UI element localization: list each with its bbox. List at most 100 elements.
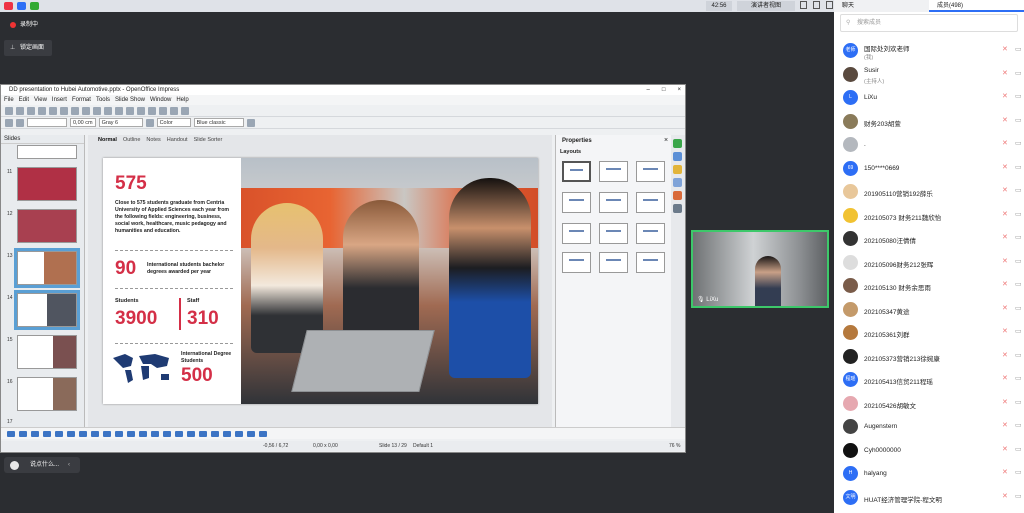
menu-window[interactable]: Window xyxy=(150,95,171,105)
gallery-icon[interactable] xyxy=(211,430,219,437)
tab-handout[interactable]: Handout xyxy=(167,135,188,145)
rotate-icon[interactable] xyxy=(223,430,231,437)
emoji-icon[interactable] xyxy=(10,461,19,470)
mic-muted-icon[interactable]: ✕ xyxy=(1002,258,1008,266)
mic-muted-icon[interactable]: ✕ xyxy=(1002,281,1008,289)
align-icon[interactable] xyxy=(235,430,243,437)
slide-thumbnail[interactable] xyxy=(17,145,77,159)
camera-off-icon[interactable]: ▭ xyxy=(1015,211,1023,218)
layout-option[interactable] xyxy=(636,192,665,213)
print-icon[interactable] xyxy=(71,106,79,115)
menu-format[interactable]: Format xyxy=(72,95,91,105)
mic-muted-icon[interactable]: ✕ xyxy=(1002,187,1008,195)
rectangle-tool-icon[interactable] xyxy=(43,430,51,437)
mic-muted-icon[interactable]: ✕ xyxy=(1002,93,1008,101)
fontwork-icon[interactable] xyxy=(187,430,195,437)
maximize-icon[interactable] xyxy=(826,1,833,9)
member-row[interactable]: . ✕ ▭ xyxy=(834,135,1024,158)
gallery-icon[interactable] xyxy=(673,191,682,200)
lock-screen-button[interactable]: 锁定画面 xyxy=(4,40,52,56)
open-icon[interactable] xyxy=(16,106,24,115)
table-icon[interactable] xyxy=(159,106,167,115)
stars-icon[interactable] xyxy=(163,430,171,437)
camera-off-icon[interactable]: ▭ xyxy=(1015,281,1023,288)
member-row[interactable]: 202105130 财务余思雨 ✕ ▭ xyxy=(834,276,1024,299)
camera-off-icon[interactable]: ▭ xyxy=(1015,375,1023,382)
image-icon[interactable] xyxy=(170,106,178,115)
chevron-left-icon[interactable]: ‹ xyxy=(68,457,70,473)
layout-option[interactable] xyxy=(599,161,628,182)
member-row[interactable]: 202105373营销213徐婉康 ✕ ▭ xyxy=(834,347,1024,370)
shadow-icon[interactable] xyxy=(246,118,255,127)
chart-icon[interactable] xyxy=(148,106,156,115)
slide-thumbnail[interactable] xyxy=(17,335,77,369)
line-color-select[interactable]: Gray 6 xyxy=(98,118,143,127)
flowchart-icon[interactable] xyxy=(139,430,147,437)
shield-icon[interactable] xyxy=(17,2,26,10)
pdf-icon[interactable] xyxy=(60,106,68,115)
layout-option[interactable] xyxy=(636,252,665,273)
member-row[interactable]: Hhalyang ✕ ▭ xyxy=(834,464,1024,487)
member-row[interactable]: 财务203胡萱 ✕ ▭ xyxy=(834,112,1024,135)
member-row[interactable]: 程瑶 202105413信贸211程瑶 ✕ ▭ xyxy=(834,370,1024,393)
camera-off-icon[interactable]: ▭ xyxy=(1015,70,1023,77)
symbol-shapes-icon[interactable] xyxy=(115,430,123,437)
member-row[interactable]: 69 150****0669 ✕ ▭ xyxy=(834,159,1024,182)
navigator-icon[interactable] xyxy=(673,204,682,213)
layout-option[interactable] xyxy=(636,161,665,182)
area-color-select[interactable]: Blue classic xyxy=(193,118,244,127)
member-row[interactable]: 202105096财务212张晖 ✕ ▭ xyxy=(834,253,1024,276)
line-style-select[interactable] xyxy=(27,118,67,127)
points-icon[interactable] xyxy=(175,430,183,437)
member-row[interactable]: 老师 国际处刘欢老师 (我) ✕ ▭ xyxy=(834,41,1024,64)
redo-icon[interactable] xyxy=(137,106,145,115)
line-icon[interactable] xyxy=(16,118,24,127)
camera-off-icon[interactable]: ▭ xyxy=(1015,164,1023,171)
slide-thumbnail[interactable] xyxy=(17,209,77,243)
view-mode-dropdown[interactable]: 演讲者视图 xyxy=(737,1,795,11)
mic-muted-icon[interactable]: ✕ xyxy=(1002,352,1008,360)
mic-muted-icon[interactable]: ✕ xyxy=(1002,46,1008,54)
from-file-icon[interactable] xyxy=(199,430,207,437)
tab-normal[interactable]: Normal xyxy=(98,135,117,145)
undo-icon[interactable] xyxy=(126,106,134,115)
menu-slide-show[interactable]: Slide Show xyxy=(115,95,145,105)
camera-off-icon[interactable]: ▭ xyxy=(1015,446,1023,453)
camera-off-icon[interactable]: ▭ xyxy=(1015,258,1023,265)
ellipse-tool-icon[interactable] xyxy=(55,430,63,437)
mic-muted-icon[interactable]: ✕ xyxy=(1002,305,1008,313)
camera-off-icon[interactable]: ▭ xyxy=(1015,352,1023,359)
camera-off-icon[interactable]: ▭ xyxy=(1015,234,1023,241)
cut-icon[interactable] xyxy=(93,106,101,115)
mic-muted-icon[interactable]: ✕ xyxy=(1002,117,1008,125)
mic-muted-icon[interactable]: ✕ xyxy=(1002,493,1008,501)
maximize-icon[interactable]: □ xyxy=(662,85,666,95)
mic-muted-icon[interactable]: ✕ xyxy=(1002,211,1008,219)
mic-muted-icon[interactable]: ✕ xyxy=(1002,70,1008,78)
layout-option[interactable] xyxy=(562,252,591,273)
area-mode-select[interactable]: Color xyxy=(156,118,191,127)
menu-help[interactable]: Help xyxy=(176,95,188,105)
tab-members[interactable]: 成员(498) xyxy=(929,0,1024,12)
paste-icon[interactable] xyxy=(115,106,123,115)
member-row[interactable]: 202105073 财务211魏欣怡 ✕ ▭ xyxy=(834,206,1024,229)
current-slide[interactable]: 575 Close to 575 students graduate from … xyxy=(103,158,538,404)
camera-off-icon[interactable]: ▭ xyxy=(1015,493,1023,500)
layout-option[interactable] xyxy=(599,252,628,273)
camera-off-icon[interactable]: ▭ xyxy=(1015,328,1023,335)
copy-icon[interactable] xyxy=(104,106,112,115)
menu-file[interactable]: File xyxy=(4,95,14,105)
camera-off-icon[interactable]: ▭ xyxy=(1015,469,1023,476)
connector-tool-icon[interactable] xyxy=(91,430,99,437)
mic-muted-icon[interactable]: ✕ xyxy=(1002,422,1008,430)
video-tile[interactable]: 🎙 LiXu xyxy=(691,230,829,308)
mic-muted-icon[interactable]: ✕ xyxy=(1002,446,1008,454)
camera-off-icon[interactable]: ▭ xyxy=(1015,422,1023,429)
member-search-input[interactable]: 搜索成员 xyxy=(840,14,1018,32)
layout-option[interactable] xyxy=(599,192,628,213)
select-icon[interactable] xyxy=(7,430,15,437)
line-width-field[interactable]: 0,00 cm xyxy=(70,118,96,127)
tab-notes[interactable]: Notes xyxy=(146,135,160,145)
camera-off-icon[interactable]: ▭ xyxy=(1015,46,1023,53)
close-icon[interactable]: × xyxy=(664,137,668,144)
